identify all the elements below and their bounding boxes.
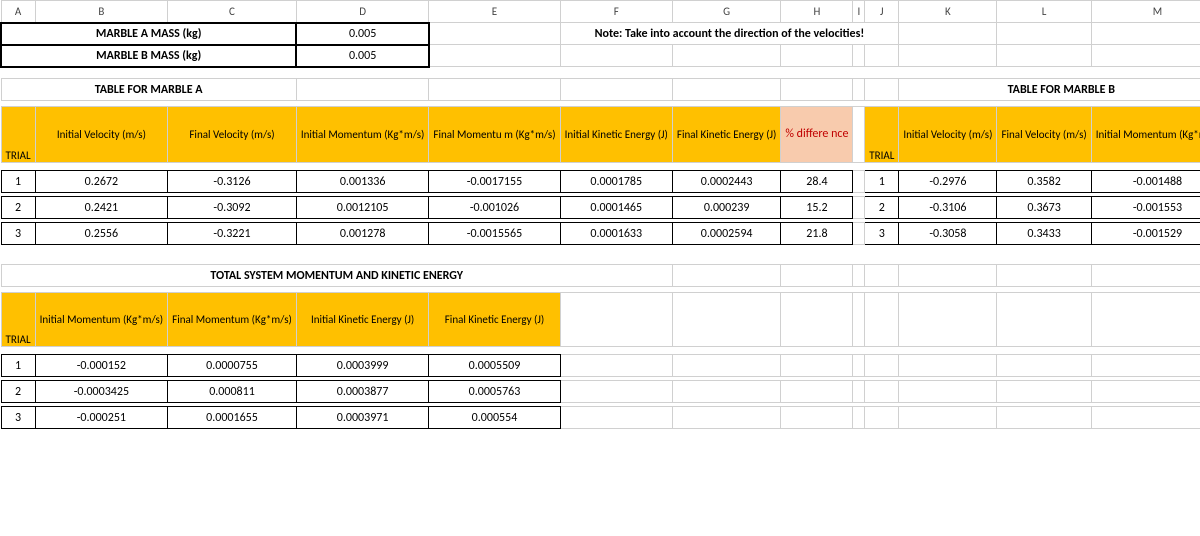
section-titles-row: TABLE FOR MARBLE A TABLE FOR MARBLE B — [1, 79, 1200, 101]
mass-b-value[interactable]: 0.005 — [296, 45, 429, 67]
table-row: 1 0.2672 -0.3126 0.001336 -0.0017155 0.0… — [1, 171, 1200, 193]
table-row: 1 -0.000152 0.0000755 0.0003999 0.000550… — [1, 355, 1200, 377]
system-header-row: TRIAL Initial Momentum (Kg*m/s) Final Mo… — [1, 293, 1200, 347]
spreadsheet-grid[interactable]: A B C D E F G H I J K L M N O P Q R MARB… — [0, 0, 1200, 429]
mass-a-value[interactable]: 0.005 — [296, 23, 429, 45]
table-row: 2 -0.0003425 0.000811 0.0003877 0.000576… — [1, 381, 1200, 403]
mass-a-label: MARBLE A MASS (kg) — [1, 23, 296, 45]
table-row: 2 0.2421 -0.3092 0.0012105 -0.001026 0.0… — [1, 197, 1200, 219]
column-headers: A B C D E F G H I J K L M N O P Q R — [1, 1, 1200, 23]
table-a-title: TABLE FOR MARBLE A — [1, 79, 296, 101]
table-row: 3 -0.000251 0.0001655 0.0003971 0.000554 — [1, 407, 1200, 429]
table-row: 3 0.2556 -0.3221 0.001278 -0.0015565 0.0… — [1, 223, 1200, 245]
system-title-row: TOTAL SYSTEM MOMENTUM AND KINETIC ENERGY — [1, 265, 1200, 287]
table-headers-row: TRIAL Initial Velocity (m/s) Final Veloc… — [1, 107, 1200, 163]
mass-row-a: MARBLE A MASS (kg) 0.005 Note: Take into… — [1, 23, 1200, 45]
system-title: TOTAL SYSTEM MOMENTUM AND KINETIC ENERGY — [1, 265, 672, 287]
mass-row-b: MARBLE B MASS (kg) 0.005 — [1, 45, 1200, 67]
mass-b-label: MARBLE B MASS (kg) — [1, 45, 296, 67]
note-cell: Note: Take into account the direction of… — [560, 23, 899, 45]
table-b-title: TABLE FOR MARBLE B — [899, 79, 1200, 101]
